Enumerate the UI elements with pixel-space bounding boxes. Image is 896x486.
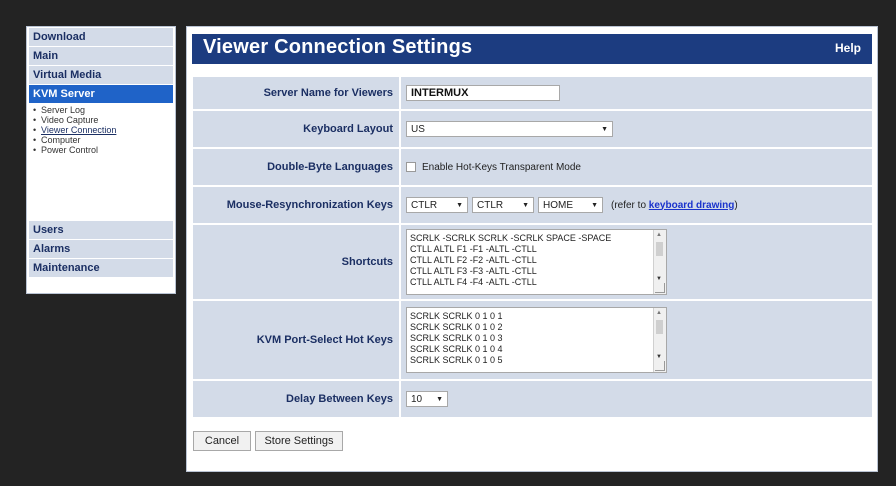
double-byte-cell: Enable Hot-Keys Transparent Mode bbox=[401, 149, 872, 185]
double-byte-label: Double-Byte Languages bbox=[193, 149, 399, 185]
nav-download[interactable]: Download bbox=[29, 28, 173, 46]
keyboard-layout-select[interactable]: US ▼ bbox=[406, 121, 613, 137]
nav-computer[interactable]: Computer bbox=[33, 135, 175, 145]
mouse-resync-key1-select[interactable]: CTLR ▼ bbox=[406, 197, 468, 213]
scroll-down-icon[interactable]: ▼ bbox=[656, 276, 662, 282]
shortcuts-label: Shortcuts bbox=[193, 225, 399, 299]
port-select-cell: SCRLK SCRLK 0 1 0 1 SCRLK SCRLK 0 1 0 2 … bbox=[401, 301, 872, 379]
port-select-line: SCRLK SCRLK 0 1 0 5 bbox=[410, 355, 503, 365]
mouse-resync-key1-value: CTLR bbox=[411, 199, 438, 211]
port-select-scrollbar[interactable]: ▲ ▼ bbox=[653, 308, 666, 372]
port-select-lines: SCRLK SCRLK 0 1 0 1 SCRLK SCRLK 0 1 0 2 … bbox=[410, 311, 503, 366]
mouse-resync-key3-select[interactable]: HOME ▼ bbox=[538, 197, 603, 213]
keyboard-drawing-link[interactable]: keyboard drawing bbox=[649, 200, 735, 211]
settings-panel: Viewer Connection Settings Help Server N… bbox=[186, 26, 878, 472]
server-name-input[interactable]: INTERMUX bbox=[406, 85, 560, 101]
dropdown-arrow-icon: ▼ bbox=[456, 201, 463, 209]
shortcuts-scrollbar[interactable]: ▲ ▼ bbox=[653, 230, 666, 294]
nav-kvm-server[interactable]: KVM Server bbox=[29, 85, 173, 103]
delay-label: Delay Between Keys bbox=[193, 381, 399, 417]
dropdown-arrow-icon: ▼ bbox=[436, 395, 443, 403]
refer-suffix: ) bbox=[734, 199, 738, 211]
port-select-line: SCRLK SCRLK 0 1 0 3 bbox=[410, 333, 503, 343]
scroll-up-icon[interactable]: ▲ bbox=[656, 310, 662, 316]
mouse-resync-label: Mouse-Resynchronization Keys bbox=[193, 187, 399, 223]
shortcuts-textarea[interactable]: SCRLK -SCRLK SCRLK -SCRLK SPACE -SPACE C… bbox=[406, 229, 667, 295]
nav-alarms[interactable]: Alarms bbox=[29, 240, 173, 258]
dropdown-arrow-icon: ▼ bbox=[591, 201, 598, 209]
cancel-button[interactable]: Cancel bbox=[193, 431, 251, 451]
sidebar-nav: Download Main Virtual Media KVM Server S… bbox=[26, 26, 176, 294]
kvm-server-submenu: Server Log Video Capture Viewer Connecti… bbox=[27, 105, 175, 155]
resize-grip-icon[interactable] bbox=[655, 361, 665, 371]
mouse-resync-key3-value: HOME bbox=[543, 199, 573, 211]
nav-power-control[interactable]: Power Control bbox=[33, 145, 175, 155]
resize-grip-icon[interactable] bbox=[655, 283, 665, 293]
nav-main[interactable]: Main bbox=[29, 47, 173, 65]
port-select-textarea[interactable]: SCRLK SCRLK 0 1 0 1 SCRLK SCRLK 0 1 0 2 … bbox=[406, 307, 667, 373]
server-name-label: Server Name for Viewers bbox=[193, 77, 399, 109]
scroll-thumb[interactable] bbox=[656, 242, 663, 256]
mouse-resync-key2-value: CTLR bbox=[477, 199, 504, 211]
keyboard-layout-value: US bbox=[411, 123, 425, 135]
nav-viewer-connection[interactable]: Viewer Connection bbox=[33, 125, 175, 135]
scroll-thumb[interactable] bbox=[656, 320, 663, 334]
delay-select[interactable]: 10 ▼ bbox=[406, 391, 448, 407]
nav-server-log[interactable]: Server Log bbox=[33, 105, 175, 115]
shortcut-line: CTLL ALTL F4 -F4 -ALTL -CTLL bbox=[410, 277, 537, 287]
port-select-label: KVM Port-Select Hot Keys bbox=[193, 301, 399, 379]
nav-virtual-media[interactable]: Virtual Media bbox=[29, 66, 173, 84]
shortcuts-lines: SCRLK -SCRLK SCRLK -SCRLK SPACE -SPACE C… bbox=[410, 233, 611, 288]
title-bar: Viewer Connection Settings Help bbox=[192, 34, 872, 64]
shortcut-line: CTLL ALTL F1 -F1 -ALTL -CTLL bbox=[410, 244, 537, 254]
port-select-line: SCRLK SCRLK 0 1 0 2 bbox=[410, 322, 503, 332]
delay-cell: 10 ▼ bbox=[401, 381, 872, 417]
nav-users[interactable]: Users bbox=[29, 221, 173, 239]
refer-prefix: (refer to bbox=[611, 199, 649, 211]
shortcut-line: SCRLK -SCRLK SCRLK -SCRLK SPACE -SPACE bbox=[410, 233, 612, 243]
hotkeys-transparent-checkbox[interactable] bbox=[406, 162, 416, 172]
keyboard-layout-cell: US ▼ bbox=[401, 111, 872, 147]
shortcuts-cell: SCRLK -SCRLK SCRLK -SCRLK SPACE -SPACE C… bbox=[401, 225, 872, 299]
keyboard-layout-label: Keyboard Layout bbox=[193, 111, 399, 147]
dropdown-arrow-icon: ▼ bbox=[522, 201, 529, 209]
nav-video-capture[interactable]: Video Capture bbox=[33, 115, 175, 125]
shortcut-line: CTLL ALTL F2 -F2 -ALTL -CTLL bbox=[410, 255, 537, 265]
hotkeys-transparent-label: Enable Hot-Keys Transparent Mode bbox=[422, 161, 581, 173]
port-select-line: SCRLK SCRLK 0 1 0 1 bbox=[410, 311, 503, 321]
nav-maintenance[interactable]: Maintenance bbox=[29, 259, 173, 277]
scroll-down-icon[interactable]: ▼ bbox=[656, 354, 662, 360]
server-name-cell: INTERMUX bbox=[401, 77, 872, 109]
shortcut-line: CTLL ALTL F3 -F3 -ALTL -CTLL bbox=[410, 266, 537, 276]
scroll-up-icon[interactable]: ▲ bbox=[656, 232, 662, 238]
help-link[interactable]: Help bbox=[835, 41, 861, 55]
delay-value: 10 bbox=[411, 393, 423, 405]
store-settings-button[interactable]: Store Settings bbox=[255, 431, 343, 451]
mouse-resync-key2-select[interactable]: CTLR ▼ bbox=[472, 197, 534, 213]
mouse-resync-cell: CTLR ▼ CTLR ▼ HOME ▼ (refer to keyboard … bbox=[401, 187, 872, 223]
page-title: Viewer Connection Settings bbox=[203, 36, 473, 58]
port-select-line: SCRLK SCRLK 0 1 0 4 bbox=[410, 344, 503, 354]
dropdown-arrow-icon: ▼ bbox=[601, 125, 608, 133]
